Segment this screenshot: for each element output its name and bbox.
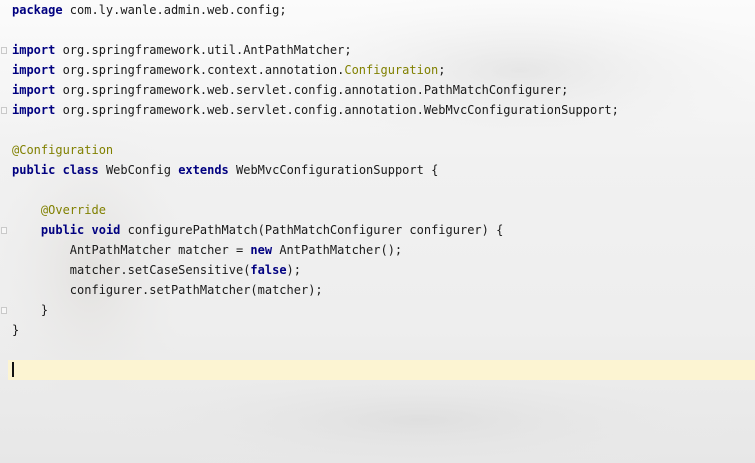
code-token: ); bbox=[286, 263, 301, 277]
code-token: WebMvcConfigurationSupport { bbox=[228, 163, 439, 177]
code-line[interactable]: @Override bbox=[12, 200, 106, 220]
code-token: } bbox=[12, 323, 20, 337]
code-token: org.springframework.util.AntPathMatcher; bbox=[55, 43, 352, 57]
code-line[interactable]: import org.springframework.web.servlet.c… bbox=[12, 80, 568, 100]
annotation-token: @Override bbox=[40, 203, 106, 217]
code-line[interactable]: } bbox=[12, 300, 48, 320]
keyword-token: import bbox=[12, 63, 56, 77]
keyword-token: public bbox=[12, 163, 56, 177]
code-line[interactable]: import org.springframework.context.annot… bbox=[12, 60, 446, 80]
keyword-token: false bbox=[250, 263, 287, 277]
code-line[interactable]: import org.springframework.web.servlet.c… bbox=[12, 100, 619, 120]
code-line[interactable]: matcher.setCaseSensitive(false); bbox=[12, 260, 301, 280]
fold-marker-icon[interactable] bbox=[1, 107, 7, 114]
keyword-token: package bbox=[12, 3, 63, 17]
fold-marker-icon[interactable] bbox=[1, 47, 7, 54]
code-line[interactable]: public class WebConfig extends WebMvcCon… bbox=[12, 160, 438, 180]
keyword-token: extends bbox=[178, 163, 229, 177]
keyword-token: import bbox=[12, 83, 56, 97]
code-token: com.ly.wanle.admin.web.config; bbox=[62, 3, 287, 17]
code-token: ; bbox=[438, 63, 446, 77]
code-token: configurePathMatch(PathMatchConfigurer c… bbox=[120, 223, 504, 237]
keyword-token: public bbox=[40, 223, 85, 237]
code-line[interactable]: package com.ly.wanle.admin.web.config; bbox=[12, 0, 287, 20]
code-token: AntPathMatcher matcher = bbox=[12, 243, 251, 257]
keyword-token: import bbox=[12, 103, 56, 117]
keyword-token: class bbox=[62, 163, 99, 177]
code-line[interactable]: } bbox=[12, 320, 19, 340]
current-line-highlight bbox=[8, 360, 755, 380]
code-token: org.springframework.web.servlet.config.a… bbox=[55, 103, 619, 117]
code-token: WebConfig bbox=[98, 163, 179, 177]
code-token: configurer.setPathMatcher(matcher); bbox=[12, 283, 323, 297]
code-line[interactable]: public void configurePathMatch(PathMatch… bbox=[12, 220, 503, 240]
code-token: } bbox=[12, 303, 49, 317]
code-token: org.springframework.web.servlet.config.a… bbox=[55, 83, 569, 97]
code-line[interactable]: configurer.setPathMatcher(matcher); bbox=[12, 280, 323, 300]
code-line[interactable]: @Configuration bbox=[12, 140, 113, 160]
code-token: org.springframework.context.annotation. bbox=[55, 63, 345, 77]
code-line[interactable]: import org.springframework.util.AntPathM… bbox=[12, 40, 352, 60]
code-token: matcher.setCaseSensitive( bbox=[12, 263, 251, 277]
fold-marker-icon[interactable] bbox=[1, 307, 7, 314]
annotation-token: @Configuration bbox=[12, 143, 114, 157]
keyword-token: void bbox=[91, 223, 121, 237]
editor-gutter bbox=[0, 0, 8, 463]
keyword-token: new bbox=[250, 243, 273, 257]
fold-marker-icon[interactable] bbox=[1, 227, 7, 234]
code-token: Configuration bbox=[344, 63, 439, 77]
text-caret bbox=[12, 362, 14, 377]
code-line[interactable]: AntPathMatcher matcher = new AntPathMatc… bbox=[12, 240, 402, 260]
keyword-token: import bbox=[12, 43, 56, 57]
code-token: AntPathMatcher(); bbox=[272, 243, 403, 257]
